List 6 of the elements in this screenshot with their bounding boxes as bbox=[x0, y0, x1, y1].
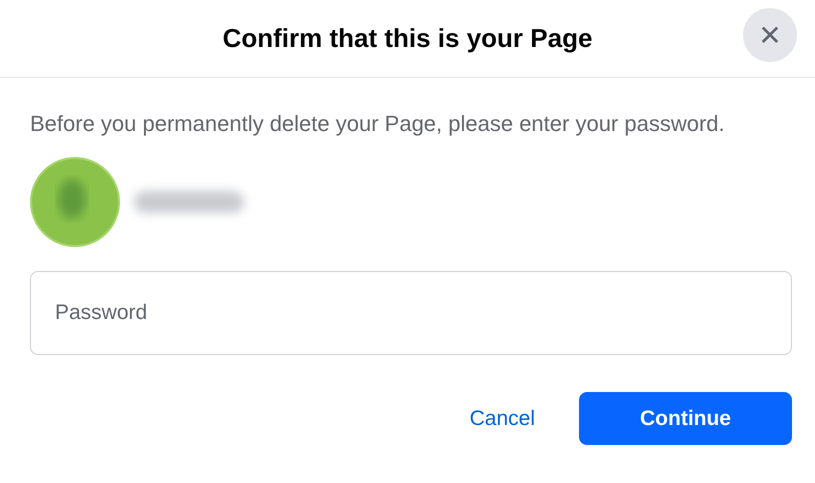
close-button[interactable]: ✕ bbox=[743, 8, 797, 62]
continue-button[interactable]: Continue bbox=[579, 392, 792, 445]
instruction-text: Before you permanently delete your Page, please enter your password. bbox=[30, 110, 726, 138]
cancel-link[interactable]: Cancel bbox=[470, 402, 535, 434]
dialog-title: Confirm that this is your Page bbox=[222, 23, 592, 54]
password-field[interactable]: Password bbox=[30, 271, 792, 355]
